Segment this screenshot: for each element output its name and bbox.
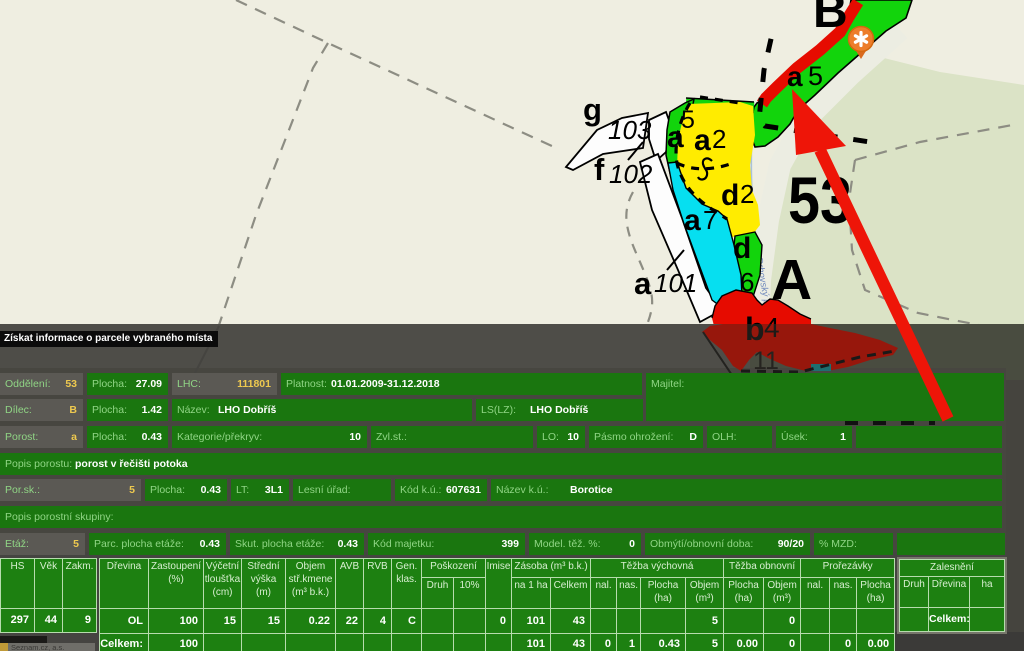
svg-text:a: a <box>684 204 701 237</box>
svg-text:b: b <box>745 324 765 347</box>
svg-text:d: d <box>721 179 739 212</box>
svg-text:6: 6 <box>740 267 754 297</box>
svg-text:4: 4 <box>764 324 780 343</box>
svg-text:102: 102 <box>609 159 653 189</box>
svg-text:B: B <box>813 0 848 38</box>
svg-text:f: f <box>594 152 605 187</box>
svg-text:d: d <box>733 232 751 265</box>
svg-text:101: 101 <box>654 268 697 298</box>
svg-text:Seznam.cz, a.s.: Seznam.cz, a.s. <box>11 643 64 651</box>
svg-text:7: 7 <box>703 205 717 235</box>
svg-text:a: a <box>787 61 803 92</box>
svg-text:11: 11 <box>753 347 779 375</box>
svg-text:5: 5 <box>681 106 695 134</box>
svg-text:53: 53 <box>788 163 852 237</box>
svg-text:2: 2 <box>740 179 754 209</box>
svg-text:g: g <box>583 92 602 127</box>
svg-text:a: a <box>694 124 711 157</box>
svg-text:103: 103 <box>608 115 652 145</box>
svg-text:A: A <box>771 248 812 312</box>
svg-text:a: a <box>634 266 652 301</box>
svg-text:5: 5 <box>808 61 823 91</box>
svg-text:2: 2 <box>712 124 726 154</box>
